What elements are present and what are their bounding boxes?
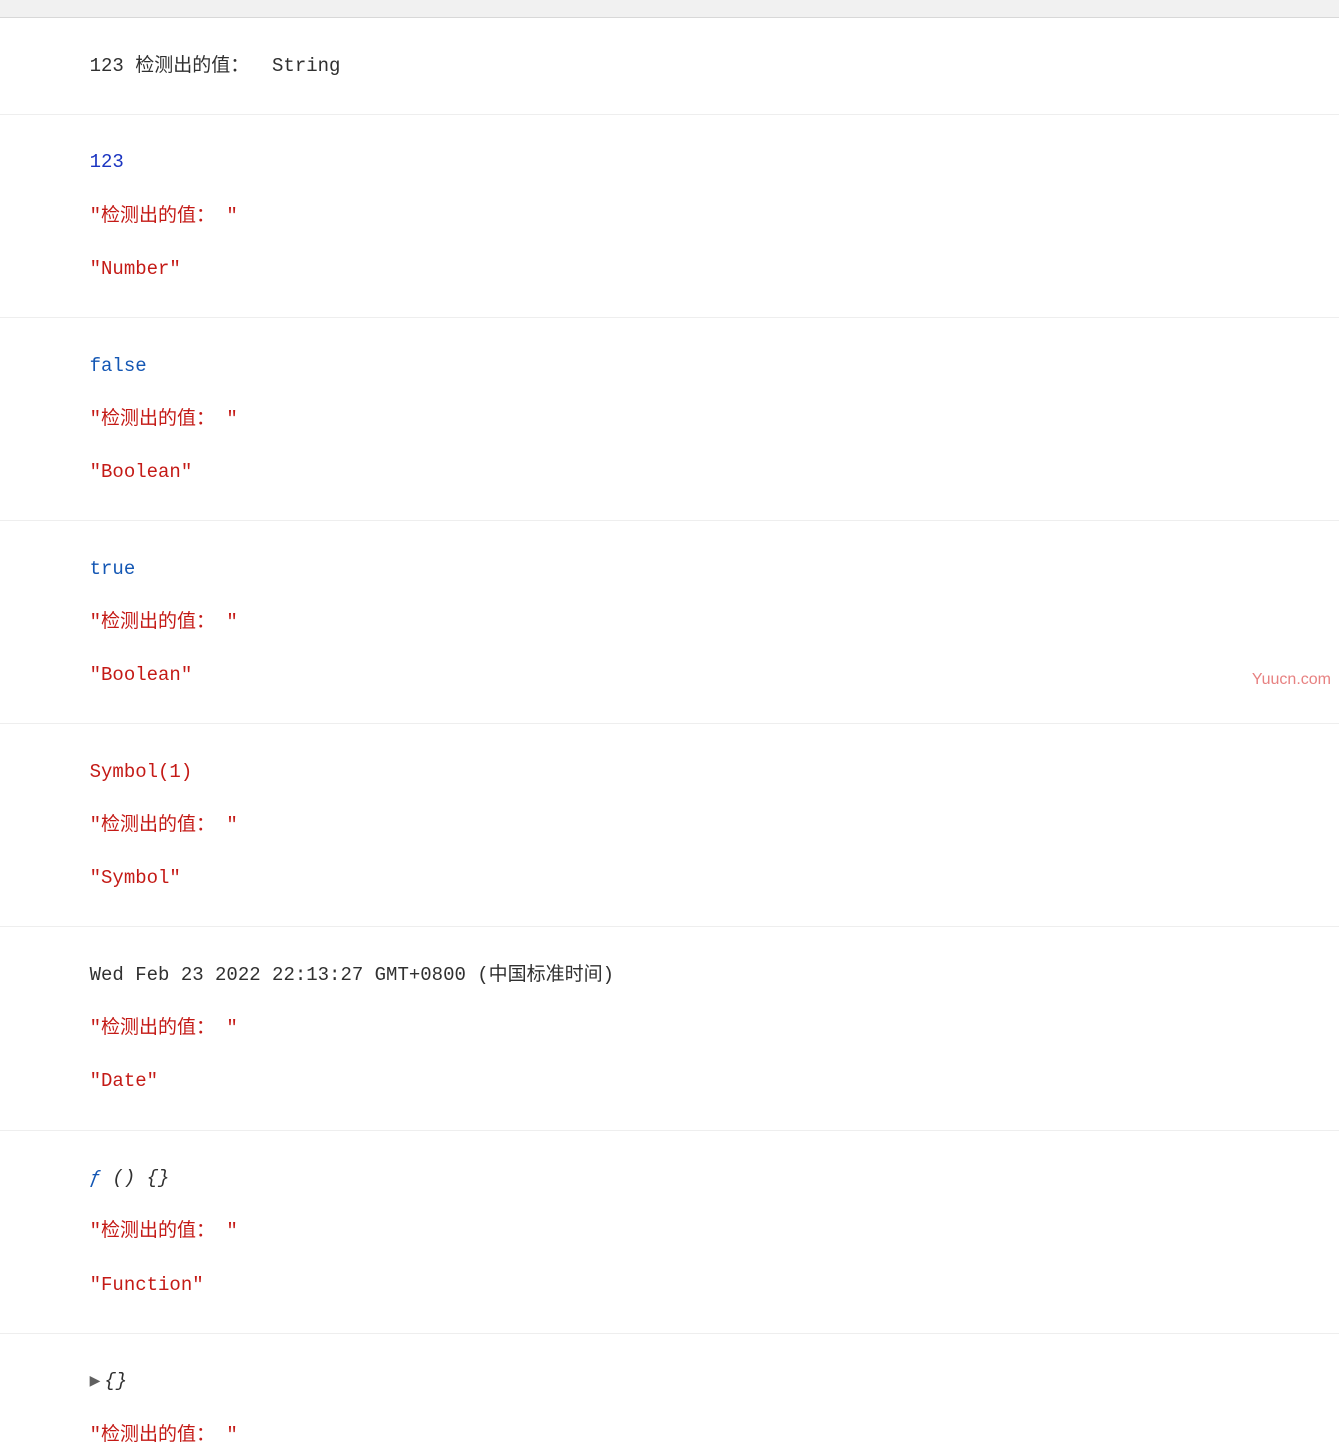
log-label: "检测出的值： " (90, 611, 238, 633)
log-label: "检测出的值： " (90, 408, 238, 430)
log-type: "Boolean" (90, 664, 193, 686)
function-icon: ƒ (90, 1167, 101, 1189)
log-value-object[interactable]: {} (104, 1370, 127, 1392)
log-value-date: Wed Feb 23 2022 22:13:27 GMT+0800 (中国标准时… (90, 964, 614, 986)
expand-triangle-icon[interactable]: ▶ (90, 1373, 101, 1393)
console-output: 123 检测出的值： String 123 "检测出的值： " "Number"… (0, 18, 1339, 1446)
log-type: "Date" (90, 1070, 158, 1092)
log-value-boolean: true (90, 558, 136, 580)
devtools-toolbar (0, 0, 1339, 18)
log-row: 123 "检测出的值： " "Number" (0, 115, 1339, 318)
log-label: "检测出的值： " (90, 205, 238, 227)
log-row: true "检测出的值： " "Boolean" (0, 521, 1339, 724)
log-type: "Number" (90, 258, 181, 280)
log-row: Wed Feb 23 2022 22:13:27 GMT+0800 (中国标准时… (0, 927, 1339, 1130)
log-label: "检测出的值： " (90, 814, 238, 836)
log-row: false "检测出的值： " "Boolean" (0, 318, 1339, 521)
log-value-number: 123 (90, 151, 124, 173)
function-signature: () {} (101, 1167, 169, 1189)
log-type: "Boolean" (90, 461, 193, 483)
log-label: "检测出的值： " (90, 1220, 238, 1242)
log-type: "Function" (90, 1274, 204, 1296)
log-row: ƒ () {} "检测出的值： " "Function" (0, 1131, 1339, 1334)
watermark: Yuucn.com (1252, 669, 1331, 691)
log-value-symbol: Symbol(1) (90, 761, 193, 783)
log-type: "Symbol" (90, 867, 181, 889)
log-row: 123 检测出的值： String (0, 18, 1339, 115)
log-row: ▶{} "检测出的值： " "Object" (0, 1334, 1339, 1446)
log-label: "检测出的值： " (90, 1424, 238, 1446)
log-label: "检测出的值： " (90, 1017, 238, 1039)
log-value: 123 检测出的值： String (90, 55, 341, 77)
log-value-boolean: false (90, 355, 147, 377)
log-row: Symbol(1) "检测出的值： " "Symbol" (0, 724, 1339, 927)
